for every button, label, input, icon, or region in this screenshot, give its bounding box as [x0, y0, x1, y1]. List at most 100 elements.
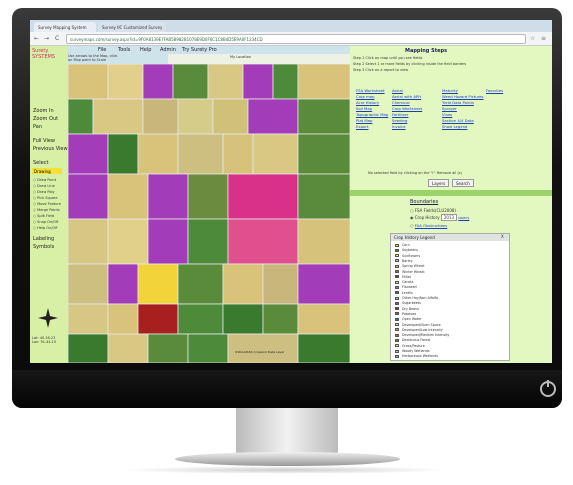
draw-option[interactable]: ○ Split Field — [33, 214, 54, 218]
field-parcel[interactable] — [92, 98, 144, 135]
field-parcel[interactable] — [107, 173, 149, 220]
report-link[interactable]: Sprayer — [442, 106, 457, 111]
report-link[interactable]: Maturity — [442, 88, 458, 93]
boundary-option-faa[interactable]: ○ FAA Obstructions — [410, 223, 447, 228]
select-button[interactable]: Select — [33, 160, 48, 166]
field-parcel[interactable] — [137, 133, 179, 175]
field-parcel[interactable] — [262, 263, 299, 305]
report-link[interactable]: Crop Worksheet — [392, 106, 422, 111]
full-view-button[interactable]: Full View — [33, 138, 55, 144]
report-link[interactable]: Section 4/4 Data — [442, 118, 474, 123]
report-link[interactable]: Topographic Map — [356, 112, 388, 117]
field-parcel[interactable] — [177, 303, 224, 335]
draw-option[interactable]: ○ Merge Points — [33, 208, 60, 212]
report-link[interactable]: Yield Data Points — [442, 100, 474, 105]
field-parcel[interactable] — [297, 64, 350, 100]
field-parcel[interactable] — [297, 263, 350, 305]
field-parcel[interactable] — [147, 218, 189, 265]
report-link[interactable]: Seeding — [392, 118, 407, 123]
field-parcel[interactable] — [68, 98, 94, 135]
draw-option[interactable]: ○ Move Feature — [33, 202, 61, 206]
symbols-button[interactable]: Symbols — [33, 244, 54, 250]
report-link[interactable]: Acre History — [356, 100, 379, 105]
field-parcel[interactable] — [68, 133, 109, 175]
report-link[interactable]: Plat Map — [356, 118, 372, 123]
field-parcel[interactable] — [107, 303, 139, 335]
field-parcel[interactable] — [227, 173, 299, 220]
menu-help[interactable]: Help — [140, 47, 151, 53]
field-parcel[interactable] — [137, 263, 179, 305]
zoom-in-button[interactable]: Zoom In — [33, 108, 54, 114]
query-link[interactable]: query — [458, 215, 469, 220]
field-parcel[interactable] — [172, 64, 209, 100]
zoom-out-button[interactable]: Zoom Out — [33, 116, 58, 122]
field-parcel[interactable] — [212, 98, 249, 135]
year-select[interactable]: 2013 — [440, 214, 458, 221]
field-parcel[interactable] — [222, 133, 254, 175]
field-parcel[interactable] — [297, 303, 350, 335]
field-parcel[interactable] — [107, 263, 139, 305]
power-icon[interactable] — [540, 380, 556, 397]
browser-tab[interactable]: Survey IIC Customized Survey — [98, 22, 166, 32]
pan-button[interactable]: Pan — [33, 124, 42, 130]
field-parcel[interactable] — [297, 218, 350, 265]
reload-icon[interactable]: C — [55, 35, 59, 42]
field-parcel[interactable] — [187, 333, 229, 363]
field-parcel[interactable] — [68, 333, 109, 363]
menu-try-pro[interactable]: Try Surety Pro — [182, 47, 217, 53]
field-parcel[interactable] — [68, 303, 109, 335]
report-link[interactable]: Vines — [442, 112, 452, 117]
browser-tab-active[interactable]: Survey Mapping System — [34, 22, 96, 32]
previous-view-button[interactable]: Previous View — [33, 146, 68, 152]
field-parcel[interactable] — [68, 64, 109, 100]
report-link[interactable]: Fertilizer — [392, 112, 408, 117]
field-parcel[interactable] — [177, 133, 224, 175]
field-map[interactable] — [68, 64, 350, 363]
report-link[interactable]: Show Legend — [442, 124, 467, 129]
field-parcel[interactable] — [142, 98, 179, 135]
report-link[interactable]: Favorites — [486, 88, 503, 93]
draw-option[interactable]: ○ Draw Line — [33, 184, 55, 188]
close-icon[interactable]: X — [501, 234, 504, 239]
field-parcel[interactable] — [147, 173, 189, 220]
draw-option[interactable]: ○ Snap On/Off — [33, 220, 58, 224]
field-parcel[interactable] — [272, 64, 299, 100]
field-parcel[interactable] — [297, 173, 350, 220]
report-link[interactable]: Aerial with APH — [392, 94, 421, 99]
back-icon[interactable]: ← — [34, 35, 39, 42]
field-parcel[interactable] — [68, 173, 109, 220]
boundary-option-label[interactable]: FAA Obstructions — [415, 223, 448, 228]
url-field[interactable]: surveymaps.com/survey.aspx?id=9F0A8139E7… — [66, 34, 526, 44]
field-parcel[interactable] — [177, 98, 214, 135]
report-link[interactable]: Invoice — [392, 124, 406, 129]
field-parcel[interactable] — [137, 303, 179, 335]
field-parcel[interactable] — [222, 303, 264, 335]
field-parcel[interactable] — [227, 333, 299, 363]
draw-option[interactable]: ○ Draw Point — [33, 178, 56, 182]
report-link[interactable]: Chemical — [392, 100, 410, 105]
field-parcel[interactable] — [107, 333, 149, 363]
report-link[interactable]: FSA Worksheet — [356, 88, 385, 93]
field-parcel[interactable] — [107, 218, 149, 265]
field-parcel[interactable] — [68, 263, 109, 305]
field-parcel[interactable] — [222, 263, 264, 305]
report-link[interactable]: Export — [356, 124, 368, 129]
draw-option[interactable]: ○ Pick Square — [33, 196, 58, 200]
menu-icon[interactable]: ≡ — [541, 35, 546, 42]
search-button[interactable]: Search — [452, 179, 474, 187]
menu-tools[interactable]: Tools — [118, 47, 130, 53]
report-link[interactable]: Weed Hazard Pictures — [442, 94, 483, 99]
field-parcel[interactable] — [107, 133, 139, 175]
draw-option[interactable]: ○ Help On/Off — [33, 226, 58, 230]
field-parcel[interactable] — [207, 64, 244, 100]
boundary-option-fsa[interactable]: ○ FSA Fields(CLU2008) — [410, 208, 456, 213]
bookmark-star-icon[interactable]: ☆ — [530, 35, 535, 42]
my-location-link[interactable]: My Location — [230, 55, 251, 59]
report-link[interactable]: Aerial — [392, 88, 403, 93]
boundary-option-crop-history[interactable]: ◉ Crop History 2013 query — [410, 214, 469, 221]
field-parcel[interactable] — [187, 173, 229, 220]
field-parcel[interactable] — [297, 98, 350, 135]
field-parcel[interactable] — [297, 133, 350, 175]
field-parcel[interactable] — [147, 333, 189, 363]
forward-icon[interactable]: → — [44, 35, 49, 42]
